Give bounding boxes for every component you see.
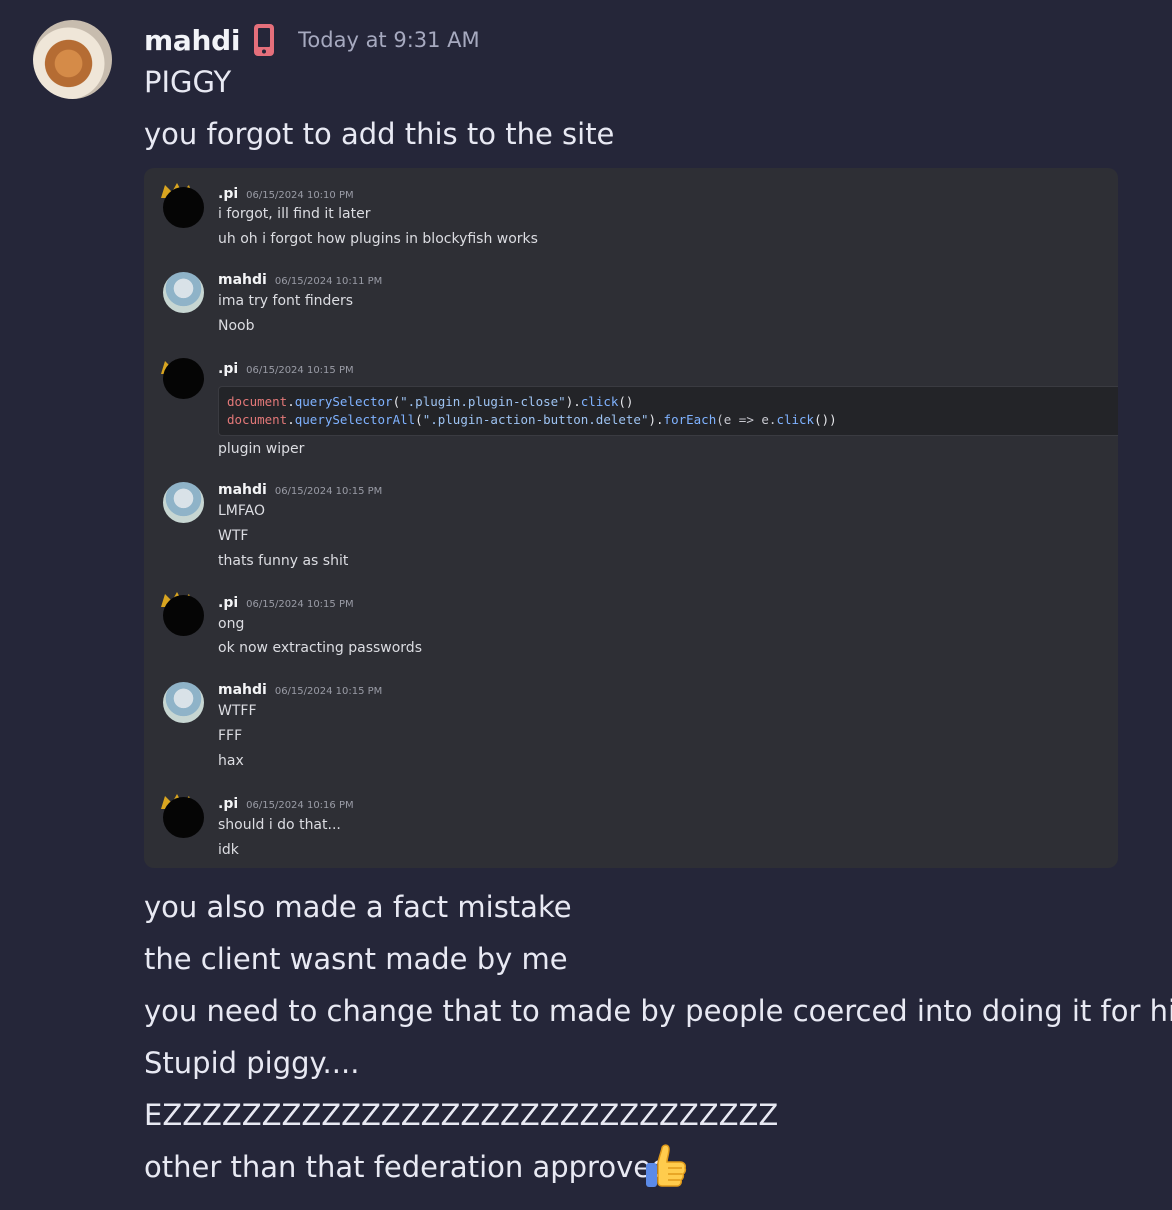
code-token: forEach	[663, 412, 717, 427]
embed-text: idk	[218, 842, 239, 858]
embed-author: .pi 06/15/2024 10:16 PM	[218, 796, 354, 812]
embed-avatar	[163, 482, 204, 523]
embed-text: uh oh i forgot how plugins in blockyfish…	[218, 231, 538, 247]
message-line: the client wasnt made by me	[144, 942, 568, 976]
embed-text: WTF	[218, 528, 249, 544]
code-line: document.querySelector(".plugin.plugin-c…	[227, 394, 633, 409]
embed-avatar	[163, 797, 204, 838]
embed-author: mahdi 06/15/2024 10:15 PM	[218, 682, 382, 698]
message-line: PIGGY	[144, 65, 232, 99]
message-line: EZZZZZZZZZZZZZZZZZZZZZZZZZZZZZZZ	[144, 1098, 779, 1132]
message-avatar[interactable]	[33, 20, 112, 99]
embed-author: mahdi 06/15/2024 10:11 PM	[218, 272, 382, 288]
code-token: click	[776, 412, 815, 427]
embed-timestamp: 06/15/2024 10:10 PM	[246, 190, 354, 201]
message-line: other than that federation approved	[144, 1150, 670, 1184]
code-token: ())	[814, 412, 837, 427]
code-token: (	[415, 412, 423, 427]
embed-text: hax	[218, 753, 244, 769]
embed-text: ong	[218, 616, 245, 632]
code-token: ".plugin.plugin-close"	[400, 394, 566, 409]
embed-text: should i do that...	[218, 817, 341, 833]
message-timestamp[interactable]: Today at 9:31 AM	[298, 28, 480, 52]
code-token: .	[287, 412, 295, 427]
embed-author: .pi 06/15/2024 10:15 PM	[218, 361, 354, 377]
code-token: document	[227, 412, 288, 427]
mobile-phone-icon	[254, 24, 275, 56]
embed-author: mahdi 06/15/2024 10:15 PM	[218, 482, 382, 498]
code-token: ()	[618, 394, 634, 409]
embed-text: i forgot, ill find it later	[218, 206, 371, 222]
embed-avatar	[163, 187, 204, 228]
embed-text: Noob	[218, 318, 255, 334]
embed-avatar	[163, 682, 204, 723]
message-line: Stupid piggy....	[144, 1046, 360, 1080]
code-block[interactable]: document.querySelector(".plugin.plugin-c…	[218, 386, 1118, 436]
embed-author: .pi 06/15/2024 10:10 PM	[218, 186, 354, 202]
code-token: querySelector	[294, 394, 393, 409]
embed-text: FFF	[218, 728, 243, 744]
embed-text: ima try font finders	[218, 293, 354, 309]
code-token: .	[287, 394, 295, 409]
embed-text: thats funny as shit	[218, 553, 349, 569]
embed-timestamp: 06/15/2024 10:15 PM	[274, 686, 383, 697]
code-token: querySelectorAll	[294, 412, 416, 427]
code-line: document.querySelectorAll(".plugin-actio…	[227, 412, 837, 427]
message-line: you forgot to add this to the site	[144, 117, 615, 151]
code-token: document	[227, 394, 288, 409]
embed-text: ok now extracting passwords	[218, 640, 422, 656]
author-username[interactable]: mahdi	[144, 24, 240, 57]
code-token: click	[580, 394, 619, 409]
embed-text: WTFF	[218, 703, 257, 719]
embed-timestamp: 06/15/2024 10:16 PM	[246, 800, 354, 811]
author-name: .pi	[218, 796, 239, 812]
embed-avatar	[163, 358, 204, 399]
code-token: ".plugin-action-button.delete"	[422, 412, 649, 427]
embed-timestamp: 06/15/2024 10:15 PM	[246, 365, 354, 376]
author-name: .pi	[218, 595, 239, 611]
embed-timestamp: 06/15/2024 10:11 PM	[274, 276, 383, 287]
thumbs-up-icon[interactable]	[642, 1143, 688, 1191]
embed-avatar	[163, 272, 204, 313]
code-token: (e => e.	[716, 412, 777, 427]
embed-author: .pi 06/15/2024 10:15 PM	[218, 595, 354, 611]
author-name: .pi	[218, 361, 239, 377]
embed-text: LMFAO	[218, 503, 265, 519]
code-token: ).	[648, 412, 664, 427]
embed-avatar	[163, 595, 204, 636]
code-token: (	[392, 394, 401, 409]
embed-timestamp: 06/15/2024 10:15 PM	[246, 599, 354, 610]
author-name: .pi	[218, 186, 239, 202]
author-name: mahdi	[218, 482, 267, 498]
message-line: you need to change that to made by peopl…	[144, 994, 1172, 1028]
embed-timestamp: 06/15/2024 10:15 PM	[274, 486, 383, 497]
code-token: ).	[565, 394, 581, 409]
embed-text: plugin wiper	[218, 441, 305, 457]
attached-screenshot[interactable]: .pi 06/15/2024 10:10 PM i forgot, ill fin…	[144, 168, 1118, 868]
message-header: mahdi Today at 9:31 AM	[144, 20, 480, 60]
message-line: you also made a fact mistake	[144, 890, 572, 924]
author-name: mahdi	[218, 272, 267, 288]
author-name: mahdi	[218, 682, 267, 698]
